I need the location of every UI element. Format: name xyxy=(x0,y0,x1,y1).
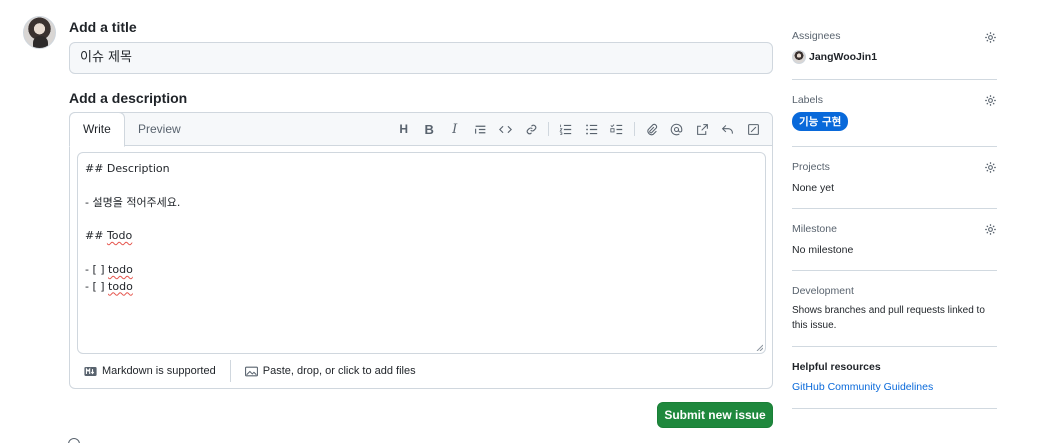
label-badge[interactable]: 기능 구현 xyxy=(792,112,849,131)
description-line: ## Todo xyxy=(85,228,758,245)
description-line xyxy=(85,178,758,195)
description-line: - 설명을 적어주세요. xyxy=(85,195,181,209)
assignees-section: Assignees JangWooJin1 xyxy=(792,30,997,64)
reference-icon[interactable] xyxy=(690,120,716,138)
milestone-section: Milestone No milestone xyxy=(792,223,997,256)
code-icon[interactable] xyxy=(493,120,519,138)
title-label: Add a title xyxy=(69,19,137,35)
description-line-prefix: - [ ] xyxy=(85,262,109,276)
author-avatar xyxy=(23,16,56,49)
toolbar-divider xyxy=(633,122,635,136)
description-line-prefix: ## xyxy=(85,229,107,243)
reply-icon[interactable] xyxy=(715,120,741,138)
description-line: ## Description xyxy=(85,162,170,175)
toolbar-divider xyxy=(548,122,549,136)
heading-icon[interactable]: H xyxy=(391,120,417,138)
image-icon xyxy=(244,366,258,376)
unordered-list-icon[interactable] xyxy=(579,120,605,138)
misspelled-word: todo xyxy=(108,279,133,293)
description-textarea[interactable]: ## Description - 설명을 적어주세요. ## Todo - [ … xyxy=(77,152,766,354)
description-line-prefix: - [ ] xyxy=(85,279,109,293)
link-icon[interactable] xyxy=(519,120,545,138)
development-heading: Development xyxy=(792,285,854,297)
misspelled-word: todo xyxy=(108,262,133,276)
labels-heading: Labels xyxy=(792,94,823,106)
labels-section: Labels 기능 구현 xyxy=(792,94,997,131)
description-line xyxy=(85,245,758,262)
misspelled-word: Todo xyxy=(106,229,133,243)
description-line xyxy=(85,211,758,228)
milestone-heading: Milestone xyxy=(792,223,837,235)
tab-preview[interactable]: Preview xyxy=(125,113,194,147)
assignee-avatar xyxy=(792,50,806,64)
community-guidelines-link[interactable]: GitHub Community Guidelines xyxy=(792,381,997,393)
helpful-resources-heading: Helpful resources xyxy=(792,361,881,373)
editor-header: Write Preview H B I xyxy=(69,112,772,147)
title-input[interactable]: 이슈 제목 xyxy=(69,42,773,74)
attach-files-button[interactable]: Paste, drop, or click to add files xyxy=(231,360,430,382)
submit-new-issue-button[interactable]: Submit new issue xyxy=(657,402,773,428)
tab-write[interactable]: Write xyxy=(69,112,125,147)
assignees-heading: Assignees xyxy=(792,30,841,42)
mention-icon[interactable] xyxy=(664,120,690,138)
sidebar-divider xyxy=(792,208,997,209)
sidebar-divider xyxy=(792,270,997,271)
attach-icon[interactable] xyxy=(639,120,665,138)
sidebar-divider xyxy=(792,146,997,147)
bold-icon[interactable]: B xyxy=(417,120,443,138)
sidebar-divider xyxy=(792,79,997,80)
quote-icon[interactable] xyxy=(468,120,494,138)
description-editor: Write Preview H B I ## Description - 설명을… xyxy=(69,112,773,389)
milestone-value: No milestone xyxy=(792,244,854,256)
description-line: - [ ] todo xyxy=(85,262,758,279)
gear-icon[interactable] xyxy=(984,223,997,236)
assignee-item[interactable]: JangWooJin1 xyxy=(792,50,997,64)
projects-section: Projects None yet xyxy=(792,161,997,194)
resize-handle-icon[interactable] xyxy=(755,343,763,351)
editor-footer: Markdown is supported Paste, drop, or cl… xyxy=(70,354,772,388)
sidebar-divider xyxy=(792,408,997,409)
helpful-resources-section: Helpful resources GitHub Community Guide… xyxy=(792,361,997,393)
fullscreen-icon[interactable] xyxy=(741,120,767,138)
projects-heading: Projects xyxy=(792,161,830,173)
development-section: Development Shows branches and pull requ… xyxy=(792,285,997,333)
gear-icon[interactable] xyxy=(984,31,997,44)
ordered-list-icon[interactable] xyxy=(553,120,579,138)
projects-value: None yet xyxy=(792,182,835,194)
gear-icon[interactable] xyxy=(984,161,997,174)
markdown-toolbar: H B I xyxy=(391,120,766,138)
info-icon xyxy=(68,438,80,443)
assignee-name: JangWooJin1 xyxy=(809,51,878,63)
italic-icon[interactable]: I xyxy=(442,120,468,138)
task-list-icon[interactable] xyxy=(604,120,630,138)
description-label: Add a description xyxy=(69,90,188,106)
sidebar-divider xyxy=(792,346,997,347)
markdown-icon xyxy=(84,366,97,376)
development-text: Shows branches and pull requests linked … xyxy=(792,305,985,331)
markdown-supported-link[interactable]: Markdown is supported xyxy=(70,360,230,382)
gear-icon[interactable] xyxy=(984,94,997,107)
attach-files-text: Paste, drop, or click to add files xyxy=(262,365,416,377)
markdown-supported-text: Markdown is supported xyxy=(102,365,216,377)
description-line: - [ ] todo xyxy=(85,279,758,296)
